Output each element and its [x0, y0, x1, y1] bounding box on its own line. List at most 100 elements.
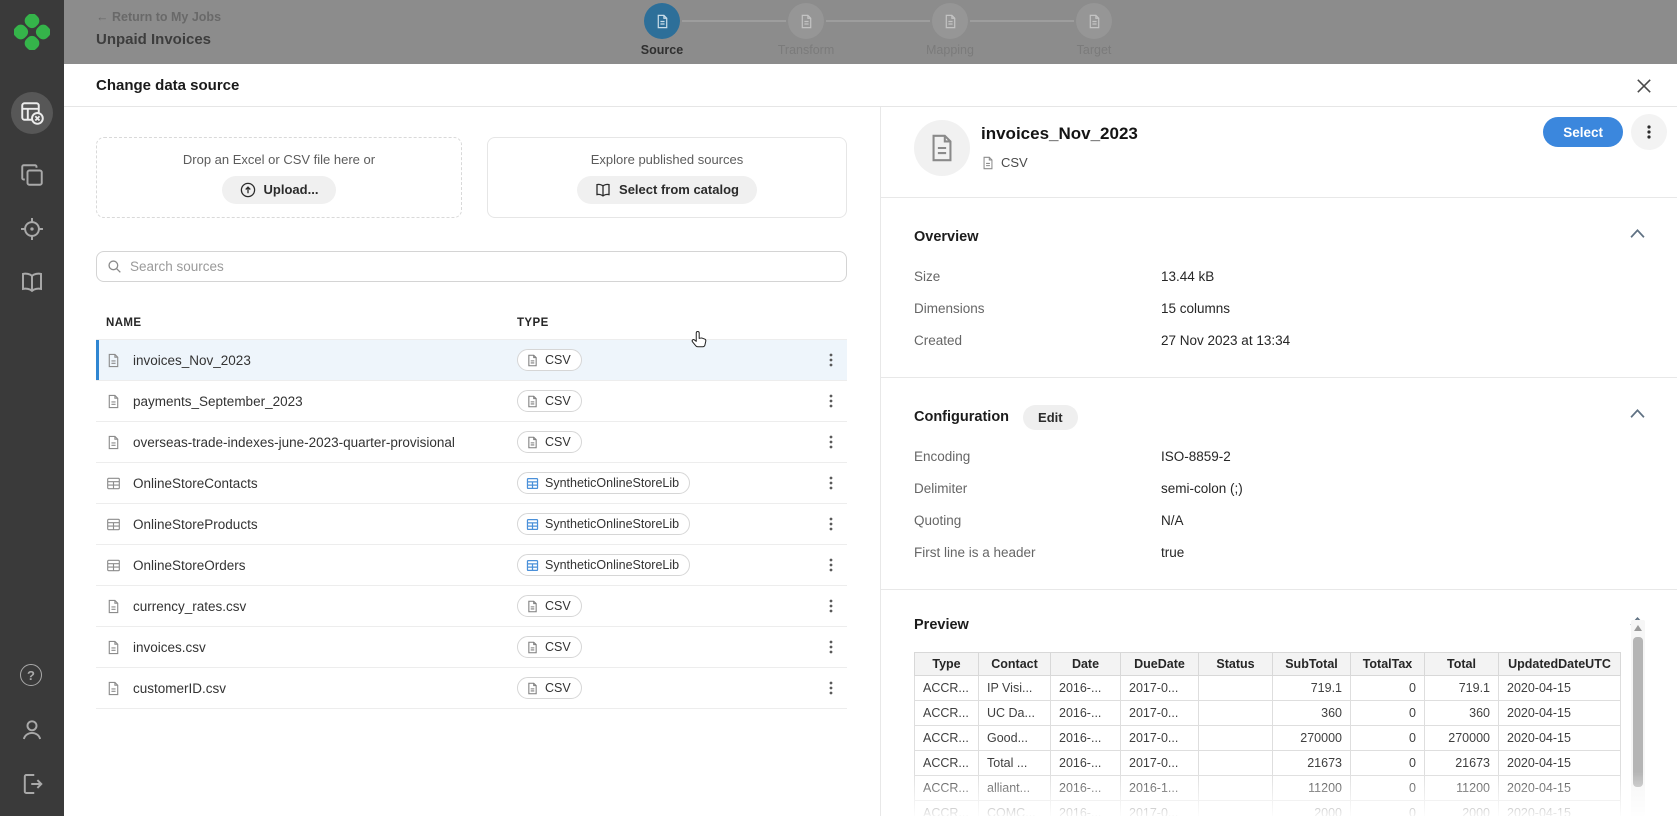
- preview-column-header: DueDate: [1121, 653, 1199, 676]
- detail-header: invoices_Nov_2023 CSV Select: [881, 107, 1677, 197]
- row-menu-button[interactable]: [819, 553, 843, 577]
- configuration-value: N/A: [1161, 513, 1184, 528]
- configuration-label: Encoding: [914, 449, 1161, 464]
- configuration-row: Encoding ISO-8859-2: [914, 440, 1644, 472]
- detail-menu-button[interactable]: [1631, 114, 1667, 150]
- row-menu-button[interactable]: [819, 471, 843, 495]
- badge-label: CSV: [545, 435, 571, 449]
- source-row[interactable]: invoices_Nov_2023 CSV: [96, 340, 847, 381]
- table-icon: [526, 518, 539, 531]
- badge-label: SyntheticOnlineStoreLib: [545, 476, 679, 490]
- close-icon[interactable]: [1635, 77, 1653, 95]
- file-icon: [106, 435, 121, 450]
- sidebar-item-jobs[interactable]: [11, 92, 53, 134]
- file-icon: [106, 599, 121, 614]
- source-row[interactable]: currency_rates.csv CSV: [96, 586, 847, 627]
- upload-button[interactable]: Upload...: [222, 176, 337, 204]
- search-input[interactable]: [130, 259, 836, 274]
- kebab-icon: [824, 352, 838, 368]
- source-name: customerID.csv: [133, 681, 226, 696]
- overview-value: 27 Nov 2023 at 13:34: [1161, 333, 1290, 348]
- file-drop-zone[interactable]: Drop an Excel or CSV file here or Upload…: [96, 137, 462, 218]
- row-menu-button[interactable]: [819, 389, 843, 413]
- user-icon[interactable]: [20, 718, 44, 742]
- configuration-row: First line is a header true: [914, 536, 1644, 568]
- chevron-up-icon[interactable]: [1630, 408, 1645, 419]
- type-column-header: TYPE: [517, 317, 819, 329]
- table-icon: [526, 559, 539, 572]
- source-row[interactable]: OnlineStoreContacts SyntheticOnlineStore…: [96, 463, 847, 504]
- kebab-icon: [824, 434, 838, 450]
- select-button[interactable]: Select: [1543, 117, 1623, 147]
- sidebar-item-catalog[interactable]: [20, 270, 44, 294]
- file-icon: [526, 354, 539, 367]
- file-icon: [526, 682, 539, 695]
- row-menu-button[interactable]: [819, 594, 843, 618]
- upload-icon: [240, 182, 256, 198]
- source-name-cell: OnlineStoreOrders: [96, 558, 517, 573]
- stepper-step[interactable]: Source: [590, 2, 734, 57]
- table-icon: [106, 558, 121, 573]
- kebab-icon: [824, 639, 838, 655]
- source-type-badge: CSV: [517, 677, 582, 699]
- overview-label: Dimensions: [914, 301, 1161, 316]
- overview-row: Dimensions 15 columns: [914, 292, 1644, 324]
- sidebar-item-files[interactable]: [20, 163, 44, 187]
- step-label: Mapping: [926, 43, 974, 57]
- preview-scrollbar[interactable]: [1631, 620, 1645, 816]
- stepper-step[interactable]: Target: [1022, 2, 1166, 57]
- row-menu-button[interactable]: [819, 512, 843, 536]
- row-menu-button[interactable]: [819, 348, 843, 372]
- source-row[interactable]: overseas-trade-indexes-june-2023-quarter…: [96, 422, 847, 463]
- source-row[interactable]: payments_September_2023 CSV: [96, 381, 847, 422]
- app-logo-clover-icon[interactable]: [14, 14, 50, 50]
- detail-title: invoices_Nov_2023: [981, 124, 1138, 144]
- row-menu-button[interactable]: [819, 430, 843, 454]
- preview-row: ACCR...UC Da...2016-... 2017-0...360 036…: [915, 701, 1621, 726]
- overview-section: Overview Size 13.44 kB Dimensions 15 col…: [881, 198, 1677, 377]
- source-row[interactable]: invoices.csv CSV: [96, 627, 847, 668]
- source-name-cell: invoices_Nov_2023: [96, 353, 517, 368]
- chevron-up-icon[interactable]: [1630, 228, 1645, 239]
- file-icon: [526, 395, 539, 408]
- preview-column-header: Total: [1425, 653, 1499, 676]
- select-from-catalog-button[interactable]: Select from catalog: [577, 176, 757, 204]
- source-row[interactable]: customerID.csv CSV: [96, 668, 847, 709]
- help-icon[interactable]: ?: [20, 664, 42, 686]
- source-row[interactable]: OnlineStoreOrders SyntheticOnlineStoreLi…: [96, 545, 847, 586]
- badge-label: CSV: [545, 394, 571, 408]
- preview-column-header: Contact: [979, 653, 1051, 676]
- file-icon: [106, 394, 121, 409]
- catalog-hint: Explore published sources: [591, 152, 743, 167]
- source-row[interactable]: OnlineStoreProducts SyntheticOnlineStore…: [96, 504, 847, 545]
- stepper-step[interactable]: Transform: [734, 2, 878, 57]
- sidebar-item-target[interactable]: [20, 217, 44, 241]
- scroll-up-arrow[interactable]: [1634, 625, 1642, 631]
- overview-value: 15 columns: [1161, 301, 1230, 316]
- overview-row: Created 27 Nov 2023 at 13:34: [914, 324, 1644, 356]
- modal-title: Change data source: [96, 77, 239, 94]
- row-menu-button[interactable]: [819, 676, 843, 700]
- kebab-icon: [824, 557, 838, 573]
- source-type-badge: CSV: [517, 349, 582, 371]
- source-name-cell: OnlineStoreContacts: [96, 476, 517, 491]
- logout-icon[interactable]: [20, 772, 44, 796]
- app-sidebar: ?: [0, 0, 64, 816]
- detail-format: CSV: [981, 155, 1028, 170]
- step-circle: [1076, 3, 1112, 39]
- file-icon: [106, 681, 121, 696]
- row-menu-button[interactable]: [819, 635, 843, 659]
- sources-table: NAME TYPE invoices_Nov_2023: [96, 317, 847, 709]
- preview-column-header: Date: [1051, 653, 1121, 676]
- back-to-jobs-link[interactable]: ← Return to My Jobs: [96, 10, 221, 24]
- file-icon: [106, 353, 121, 368]
- scrollbar-thumb[interactable]: [1633, 637, 1643, 787]
- overview-label: Size: [914, 269, 1161, 284]
- job-title: Unpaid Invoices: [96, 31, 211, 48]
- step-label: Transform: [778, 43, 835, 57]
- edit-configuration-button[interactable]: Edit: [1023, 405, 1078, 430]
- stepper-step[interactable]: Mapping: [878, 2, 1022, 57]
- preview-column-header: SubTotal: [1273, 653, 1351, 676]
- source-name: OnlineStoreContacts: [133, 476, 258, 491]
- preview-table: TypeContactDateDueDateStatusSubTotalTota…: [914, 652, 1621, 816]
